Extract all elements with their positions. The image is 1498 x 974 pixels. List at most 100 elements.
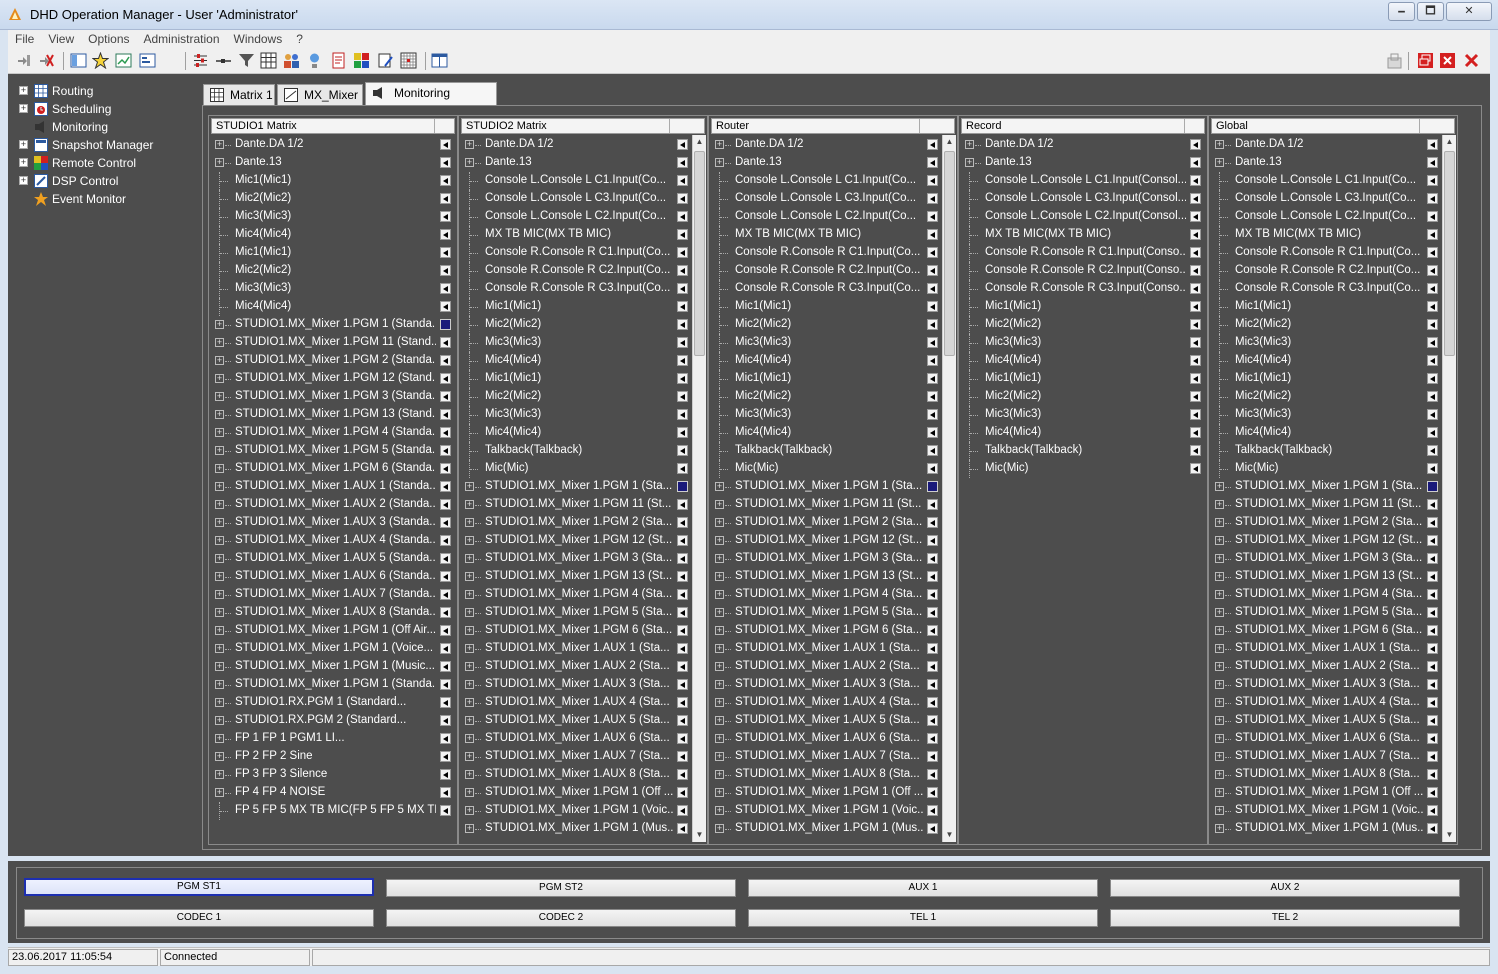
expand-icon[interactable]: + (19, 104, 28, 113)
speaker-icon[interactable] (927, 355, 938, 366)
speaker-icon[interactable] (440, 697, 451, 708)
scroll-up-icon[interactable]: ▲ (943, 135, 956, 149)
speaker-icon[interactable] (927, 247, 938, 258)
speaker-icon[interactable] (677, 625, 688, 636)
speaker-icon[interactable] (677, 553, 688, 564)
speaker-icon[interactable] (1427, 715, 1438, 726)
expand-icon[interactable]: + (715, 572, 724, 581)
speaker-icon[interactable] (1427, 265, 1438, 276)
expand-icon[interactable]: + (465, 824, 474, 833)
speaker-icon[interactable] (1427, 139, 1438, 150)
speaker-icon[interactable] (677, 805, 688, 816)
aux-2-button[interactable]: AUX 2 (1110, 879, 1460, 897)
codec-1-button[interactable]: CODEC 1 (24, 909, 374, 927)
speaker-icon[interactable] (1427, 733, 1438, 744)
window-layout-icon[interactable] (431, 52, 448, 69)
scroll-up-icon[interactable]: ▲ (1443, 135, 1456, 149)
speaker-icon[interactable] (677, 391, 688, 402)
expand-icon[interactable]: + (465, 590, 474, 599)
expand-icon[interactable]: + (715, 608, 724, 617)
expand-icon[interactable]: + (215, 788, 224, 797)
expand-icon[interactable]: + (1215, 572, 1224, 581)
speaker-icon[interactable] (927, 229, 938, 240)
speaker-icon[interactable] (1427, 229, 1438, 240)
close-all-icon[interactable] (1463, 52, 1480, 69)
scroll-down-icon[interactable]: ▼ (1443, 828, 1456, 842)
speaker-icon[interactable] (1190, 373, 1201, 384)
expand-icon[interactable]: + (715, 482, 724, 491)
expand-icon[interactable]: + (1215, 158, 1224, 167)
speaker-icon[interactable] (927, 643, 938, 654)
speaker-icon[interactable] (677, 427, 688, 438)
pgm-st1-button[interactable]: PGM ST1 (24, 878, 374, 896)
speaker-icon[interactable] (1427, 319, 1438, 330)
speaker-icon[interactable] (1190, 319, 1201, 330)
speaker-icon[interactable] (1190, 193, 1201, 204)
speaker-icon[interactable] (1427, 607, 1438, 618)
speaker-icon[interactable] (677, 517, 688, 528)
scroll-thumb[interactable] (1444, 151, 1455, 356)
speaker-icon[interactable] (440, 247, 451, 258)
expand-icon[interactable]: + (215, 392, 224, 401)
expand-icon[interactable]: + (215, 716, 224, 725)
tab-monitoring-manager[interactable]: Monitoring Manager (365, 82, 497, 120)
expand-icon[interactable]: + (465, 716, 474, 725)
menu-view[interactable]: View (41, 32, 81, 46)
expand-icon[interactable]: + (465, 158, 474, 167)
speaker-icon[interactable] (1427, 463, 1438, 474)
speaker-icon[interactable] (927, 589, 938, 600)
tree-item-scheduling[interactable]: + Scheduling (8, 100, 198, 118)
expand-icon[interactable]: + (715, 716, 724, 725)
speaker-icon[interactable] (1190, 391, 1201, 402)
speaker-icon[interactable] (677, 769, 688, 780)
tel-1-button[interactable]: TEL 1 (748, 909, 1098, 927)
speaker-icon[interactable] (1427, 373, 1438, 384)
speaker-icon[interactable] (677, 463, 688, 474)
expand-icon[interactable]: + (215, 590, 224, 599)
speaker-icon[interactable] (927, 319, 938, 330)
expand-icon[interactable]: + (19, 86, 28, 95)
expand-icon[interactable]: + (465, 734, 474, 743)
speaker-icon[interactable] (1190, 283, 1201, 294)
speaker-icon[interactable] (677, 661, 688, 672)
minimize-button[interactable]: 🗕 (1388, 2, 1415, 21)
expand-icon[interactable]: + (1215, 482, 1224, 491)
speaker-icon[interactable] (1190, 445, 1201, 456)
speaker-icon[interactable] (1190, 139, 1201, 150)
expand-icon[interactable]: + (715, 734, 724, 743)
speaker-icon[interactable] (927, 193, 938, 204)
vertical-scrollbar[interactable]: ▲ ▼ (1442, 135, 1456, 842)
expand-icon[interactable]: + (1215, 554, 1224, 563)
speaker-icon[interactable] (1190, 337, 1201, 348)
expand-icon[interactable]: + (1215, 644, 1224, 653)
expand-icon[interactable]: + (215, 464, 224, 473)
speaker-icon[interactable] (677, 139, 688, 150)
speaker-icon[interactable] (440, 265, 451, 276)
speaker-icon[interactable] (927, 553, 938, 564)
chart-window-icon[interactable] (115, 52, 132, 69)
aux-1-button[interactable]: AUX 1 (748, 879, 1098, 897)
expand-icon[interactable]: + (465, 752, 474, 761)
speaker-icon[interactable] (440, 391, 451, 402)
expand-icon[interactable]: + (715, 158, 724, 167)
speaker-icon[interactable] (1427, 517, 1438, 528)
close-tab-icon[interactable] (1439, 52, 1456, 69)
expand-icon[interactable]: + (1215, 662, 1224, 671)
expand-icon[interactable]: + (1215, 752, 1224, 761)
tree-item-dsp-control[interactable]: + DSP Control (8, 172, 198, 190)
speaker-icon[interactable] (1427, 535, 1438, 546)
speaker-icon[interactable] (1190, 301, 1201, 312)
expand-icon[interactable]: + (715, 806, 724, 815)
monitor-active-icon[interactable] (1427, 481, 1438, 492)
connect-icon[interactable] (16, 52, 33, 69)
speaker-icon[interactable] (927, 139, 938, 150)
speaker-icon[interactable] (927, 697, 938, 708)
expand-icon[interactable]: + (215, 320, 224, 329)
speaker-icon[interactable] (927, 679, 938, 690)
speaker-icon[interactable] (1427, 769, 1438, 780)
monitor-active-icon[interactable] (927, 481, 938, 492)
speaker-icon[interactable] (1427, 805, 1438, 816)
speaker-icon[interactable] (927, 769, 938, 780)
expand-icon[interactable]: + (965, 158, 974, 167)
speaker-icon[interactable] (440, 769, 451, 780)
